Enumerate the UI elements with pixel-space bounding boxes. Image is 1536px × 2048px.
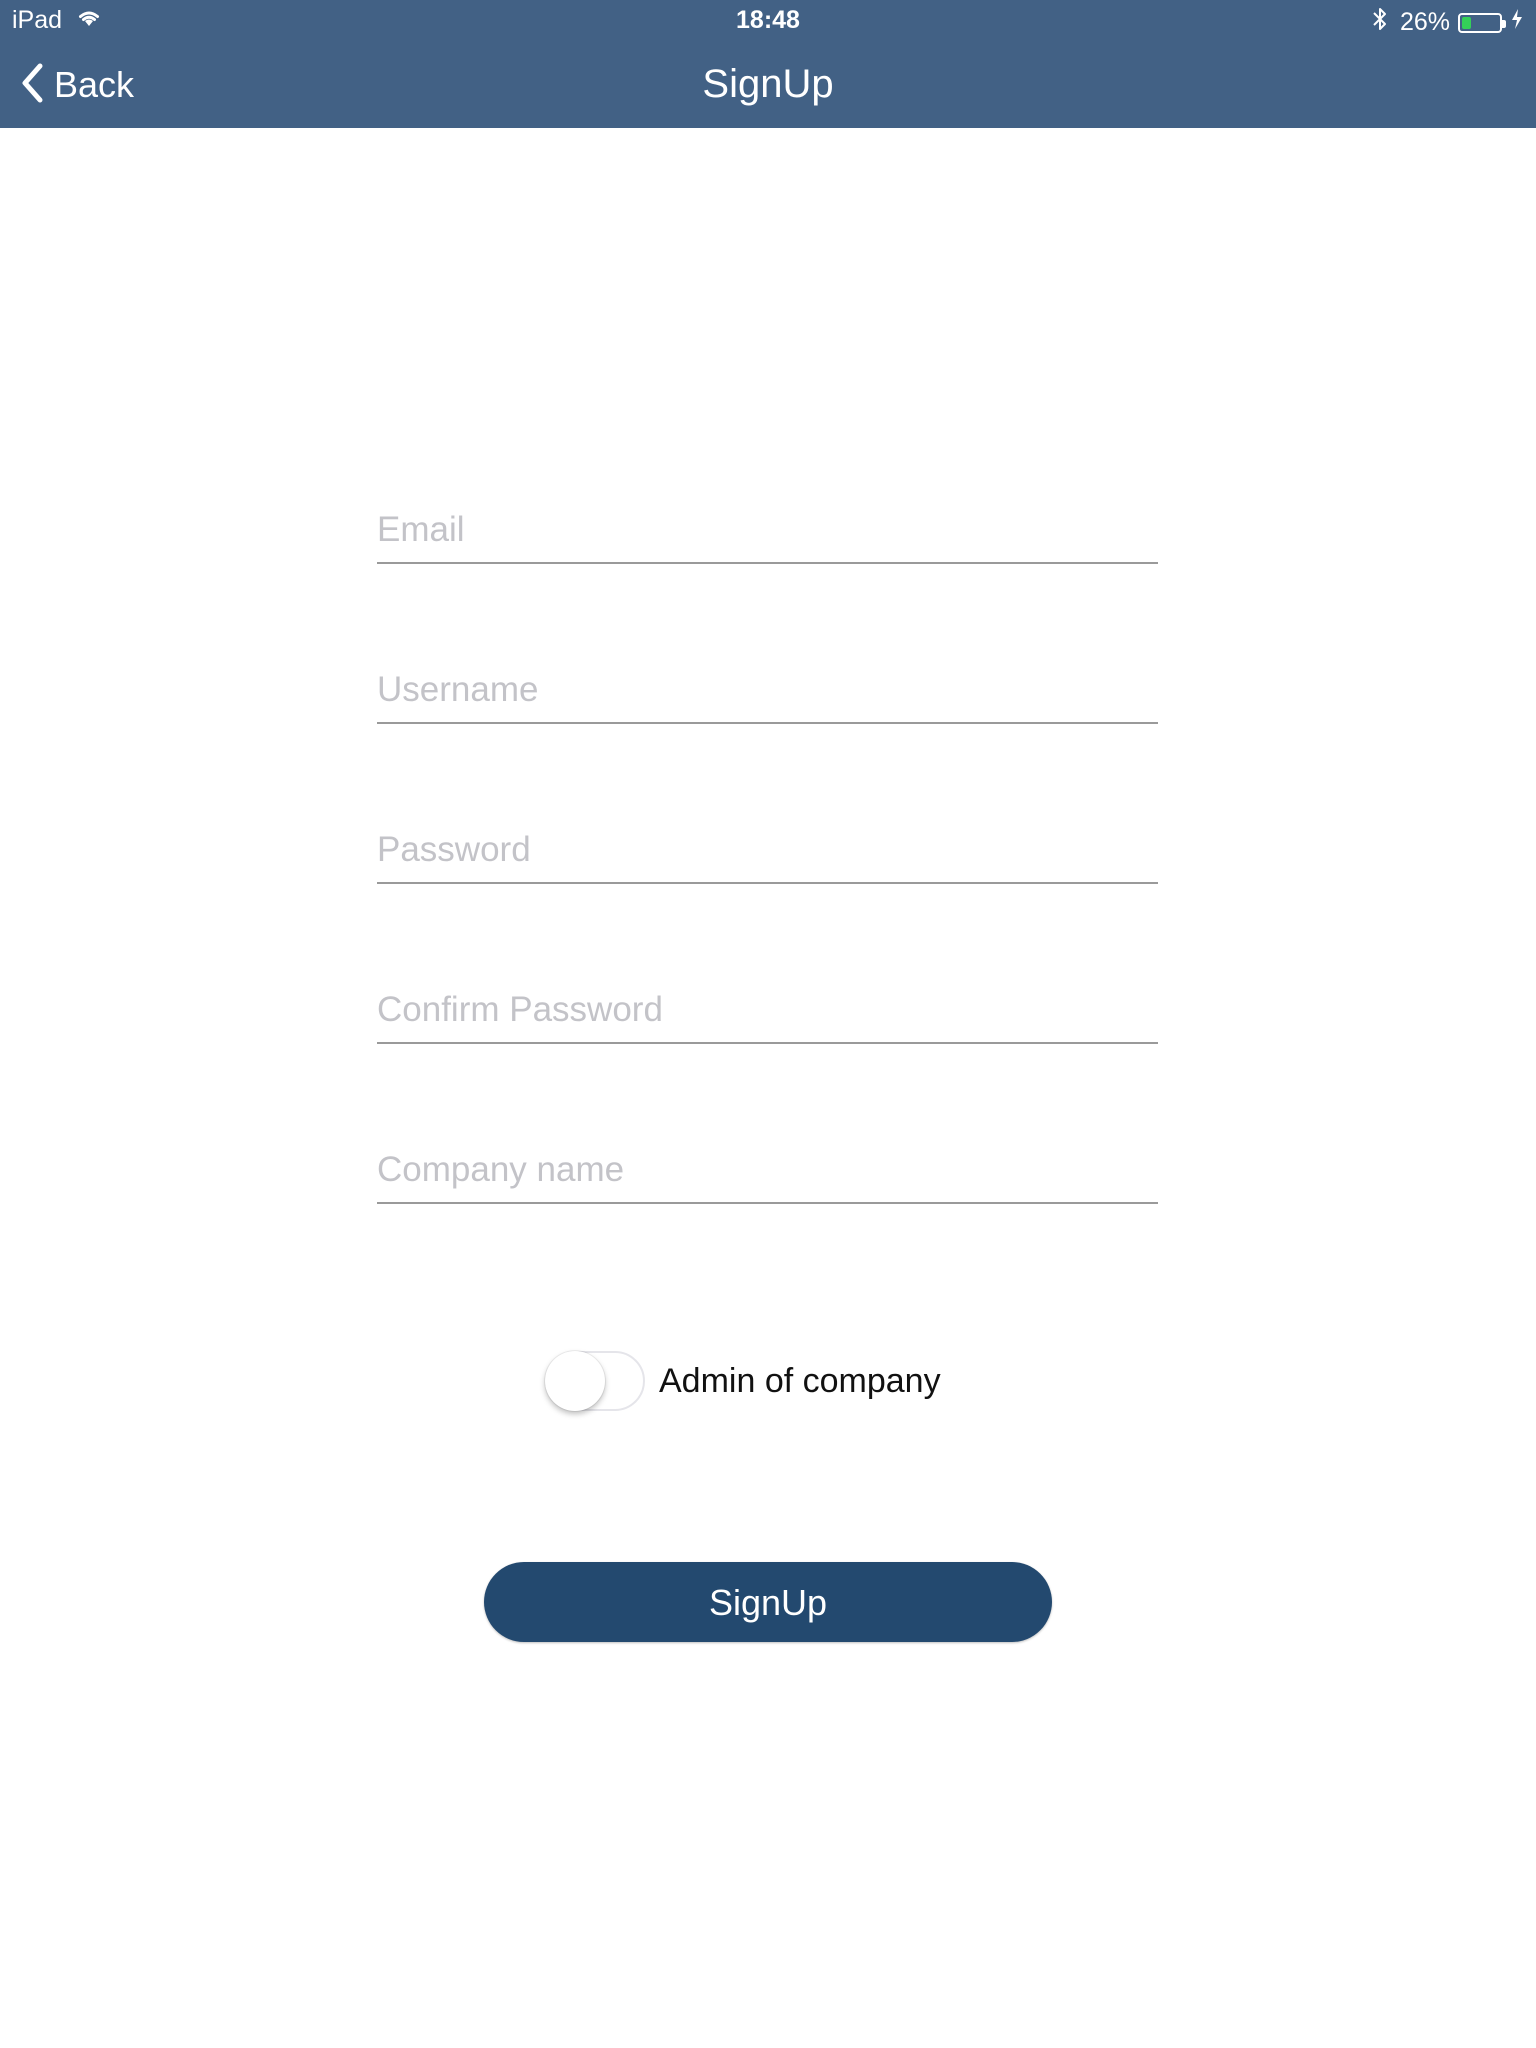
password-field-container: [377, 810, 1158, 884]
email-field[interactable]: [377, 506, 1158, 554]
page-title: SignUp: [702, 62, 834, 106]
status-right: 26%: [1372, 6, 1524, 39]
toggle-knob: [545, 1351, 605, 1411]
battery-level-fill: [1462, 16, 1472, 29]
username-field[interactable]: [377, 666, 1158, 714]
nav-bar: Back SignUp: [0, 40, 1536, 128]
bluetooth-icon: [1372, 6, 1388, 39]
admin-toggle-label: Admin of company: [659, 1361, 941, 1400]
password-field[interactable]: [377, 826, 1158, 874]
company-name-field-container: [377, 1130, 1158, 1204]
status-bar: iPad 18:48 26%: [0, 0, 1536, 40]
battery-icon: [1458, 12, 1506, 33]
company-name-field[interactable]: [377, 1146, 1158, 1194]
status-time: 18:48: [736, 6, 800, 34]
confirm-password-field-container: [377, 970, 1158, 1044]
signup-button[interactable]: SignUp: [484, 1562, 1052, 1642]
admin-toggle-row: Admin of company: [545, 1349, 941, 1413]
confirm-password-field[interactable]: [377, 986, 1158, 1034]
charging-bolt-icon: [1510, 8, 1524, 37]
battery-percent: 26%: [1399, 8, 1450, 36]
admin-toggle[interactable]: [545, 1351, 645, 1411]
email-field-container: [377, 490, 1158, 564]
signup-screen: iPad 18:48 26% Back SignUp Email Usernam…: [0, 0, 1536, 2048]
username-field-container: [377, 650, 1158, 724]
top-bar: iPad 18:48 26% Back SignUp: [0, 0, 1536, 128]
